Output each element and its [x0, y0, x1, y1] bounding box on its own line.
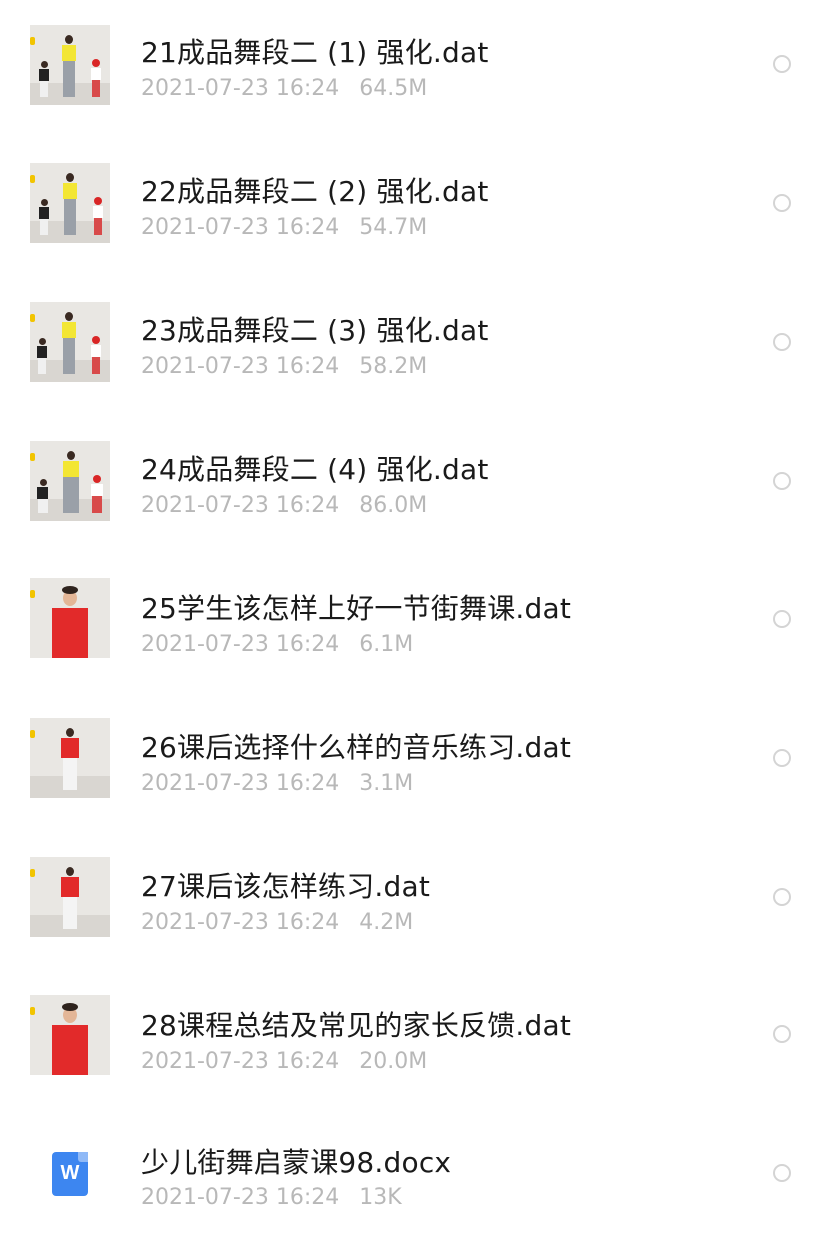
file-name: 26课后选择什么样的音乐练习.dat: [141, 731, 572, 764]
file-size: 20.0M: [359, 1049, 428, 1074]
file-size: 86.0M: [359, 493, 428, 518]
word-doc-icon-letter: W: [60, 1162, 80, 1184]
video-thumbnail: [30, 578, 110, 658]
file-row[interactable]: 26课后选择什么样的音乐练习.dat 2021-07-23 16:24 3.1M: [0, 695, 828, 834]
select-radio[interactable]: [773, 1164, 791, 1182]
file-row[interactable]: 25学生该怎样上好一节街舞课.dat 2021-07-23 16:24 6.1M: [0, 556, 828, 695]
video-thumbnail: [30, 163, 110, 243]
file-name: 25学生该怎样上好一节街舞课.dat: [141, 592, 572, 625]
file-name: 少儿街舞启蒙课98.docx: [141, 1146, 452, 1179]
select-radio[interactable]: [773, 888, 791, 906]
file-name: 21成品舞段二 (1) 强化.dat: [141, 36, 489, 69]
file-meta: 2021-07-23 16:24 20.0M: [141, 1049, 427, 1074]
file-list: 21成品舞段二 (1) 强化.dat 2021-07-23 16:24 64.5M…: [0, 0, 828, 1229]
select-radio[interactable]: [773, 610, 791, 628]
file-size: 3.1M: [359, 771, 414, 796]
file-date: 2021-07-23 16:24: [141, 76, 340, 101]
file-name: 28课程总结及常见的家长反馈.dat: [141, 1009, 572, 1042]
select-radio[interactable]: [773, 472, 791, 490]
file-size: 54.7M: [359, 215, 428, 240]
file-meta: 2021-07-23 16:24 86.0M: [141, 493, 427, 518]
file-date: 2021-07-23 16:24: [141, 632, 340, 657]
video-thumbnail: [30, 441, 110, 521]
file-meta: 2021-07-23 16:24 3.1M: [141, 771, 413, 796]
video-thumbnail: [30, 857, 110, 937]
file-name: 23成品舞段二 (3) 强化.dat: [141, 314, 489, 347]
file-row[interactable]: 24成品舞段二 (4) 强化.dat 2021-07-23 16:24 86.0M: [0, 417, 828, 556]
file-size: 6.1M: [359, 632, 414, 657]
video-thumbnail: [30, 25, 110, 105]
file-row[interactable]: 23成品舞段二 (3) 强化.dat 2021-07-23 16:24 58.2M: [0, 278, 828, 417]
select-radio[interactable]: [773, 749, 791, 767]
file-date: 2021-07-23 16:24: [141, 910, 340, 935]
file-row[interactable]: W 少儿街舞启蒙课98.docx 2021-07-23 16:24 13K: [0, 1112, 828, 1251]
file-size: 4.2M: [359, 910, 414, 935]
word-doc-icon: W: [52, 1152, 88, 1196]
file-size: 58.2M: [359, 354, 428, 379]
file-meta: 2021-07-23 16:24 4.2M: [141, 910, 413, 935]
file-date: 2021-07-23 16:24: [141, 1185, 340, 1210]
file-meta: 2021-07-23 16:24 64.5M: [141, 76, 427, 101]
file-size: 13K: [359, 1185, 402, 1210]
video-thumbnail: [30, 302, 110, 382]
file-meta: 2021-07-23 16:24 6.1M: [141, 632, 413, 657]
video-thumbnail: [30, 995, 110, 1075]
file-row[interactable]: 22成品舞段二 (2) 强化.dat 2021-07-23 16:24 54.7M: [0, 139, 828, 278]
file-name: 24成品舞段二 (4) 强化.dat: [141, 453, 489, 486]
file-date: 2021-07-23 16:24: [141, 354, 340, 379]
video-thumbnail: [30, 718, 110, 798]
file-row[interactable]: 28课程总结及常见的家长反馈.dat 2021-07-23 16:24 20.0M: [0, 973, 828, 1112]
file-row[interactable]: 27课后该怎样练习.dat 2021-07-23 16:24 4.2M: [0, 834, 828, 973]
select-radio[interactable]: [773, 333, 791, 351]
file-date: 2021-07-23 16:24: [141, 771, 340, 796]
file-meta: 2021-07-23 16:24 13K: [141, 1185, 402, 1210]
select-radio[interactable]: [773, 194, 791, 212]
file-date: 2021-07-23 16:24: [141, 1049, 340, 1074]
select-radio[interactable]: [773, 55, 791, 73]
file-meta: 2021-07-23 16:24 58.2M: [141, 354, 427, 379]
file-date: 2021-07-23 16:24: [141, 493, 340, 518]
select-radio[interactable]: [773, 1025, 791, 1043]
file-name: 22成品舞段二 (2) 强化.dat: [141, 175, 489, 208]
file-size: 64.5M: [359, 76, 428, 101]
file-name: 27课后该怎样练习.dat: [141, 870, 431, 903]
file-date: 2021-07-23 16:24: [141, 215, 340, 240]
file-meta: 2021-07-23 16:24 54.7M: [141, 215, 427, 240]
file-row[interactable]: 21成品舞段二 (1) 强化.dat 2021-07-23 16:24 64.5M: [0, 0, 828, 139]
